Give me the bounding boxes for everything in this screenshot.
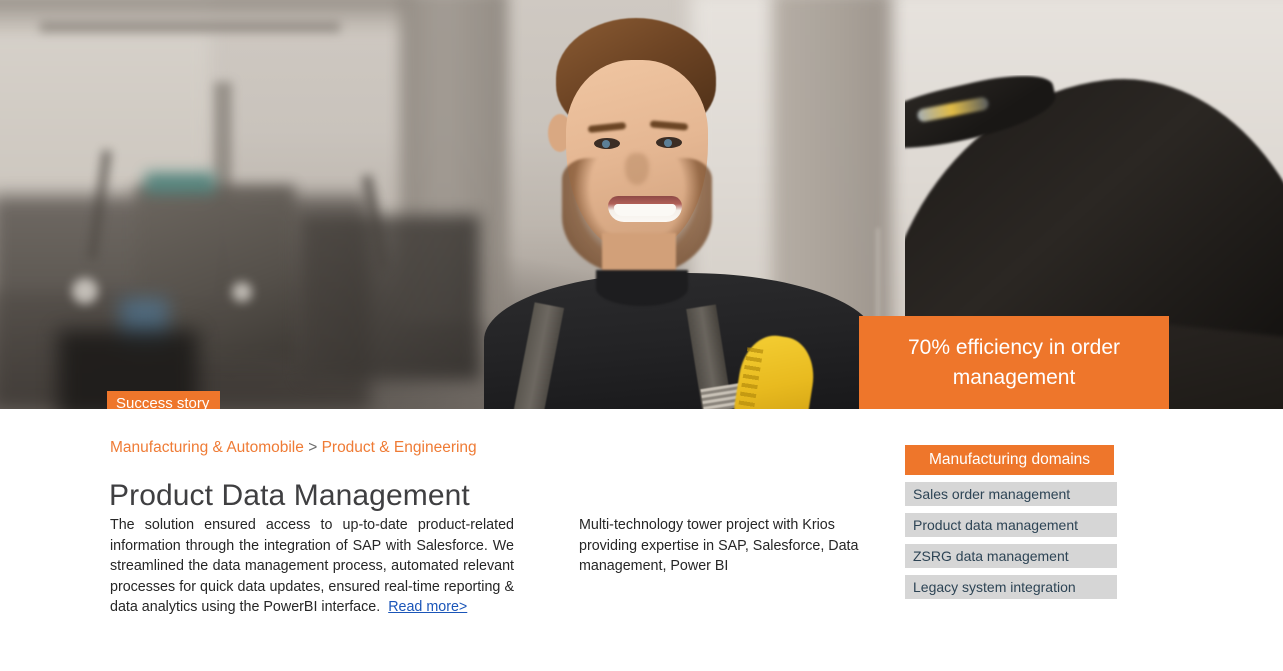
background-tools xyxy=(300,215,480,380)
background-machine-top xyxy=(145,172,215,194)
sidebar-header: Manufacturing domains xyxy=(905,445,1114,475)
sidebar-item-product-data-management[interactable]: Product data management xyxy=(905,513,1117,537)
background-bokeh-b xyxy=(232,282,252,302)
sidebar-item-zsrg-data-management[interactable]: ZSRG data management xyxy=(905,544,1117,568)
hero-banner: 70% efficiency in order management xyxy=(0,0,1283,409)
breadcrumb: Manufacturing & Automobile > Product & E… xyxy=(110,439,477,457)
read-more-link[interactable]: Read more> xyxy=(388,599,467,615)
stat-callout-text: 70% efficiency in order management xyxy=(907,335,1121,389)
technician-eye-left xyxy=(594,138,620,149)
sidebar-item-sales-order-management[interactable]: Sales order management xyxy=(905,482,1117,506)
technician-eye-right xyxy=(656,137,682,148)
manufacturing-domains-panel: Manufacturing domains Sales order manage… xyxy=(905,445,1117,599)
sidebar-item-legacy-system-integration[interactable]: Legacy system integration xyxy=(905,575,1117,599)
success-story-page: 70% efficiency in order management Succe… xyxy=(0,0,1283,671)
summary-paragraph: The solution ensured access to up-to-dat… xyxy=(110,515,514,618)
technician-smile xyxy=(608,196,682,222)
page-title: Product Data Management xyxy=(109,479,470,513)
breadcrumb-separator-icon: > xyxy=(308,439,318,456)
background-ceiling-beam xyxy=(40,22,340,32)
technician-photo-element xyxy=(470,18,890,409)
stat-callout-box: 70% efficiency in order management xyxy=(859,316,1169,409)
background-bokeh-a xyxy=(72,278,98,304)
technician-collar xyxy=(596,270,688,306)
content-area: Manufacturing & Automobile > Product & E… xyxy=(0,409,1283,671)
breadcrumb-item-child[interactable]: Product & Engineering xyxy=(322,439,477,456)
scope-paragraph: Multi-technology tower project with Krio… xyxy=(579,517,859,575)
breadcrumb-item-parent[interactable]: Manufacturing & Automobile xyxy=(110,439,304,456)
